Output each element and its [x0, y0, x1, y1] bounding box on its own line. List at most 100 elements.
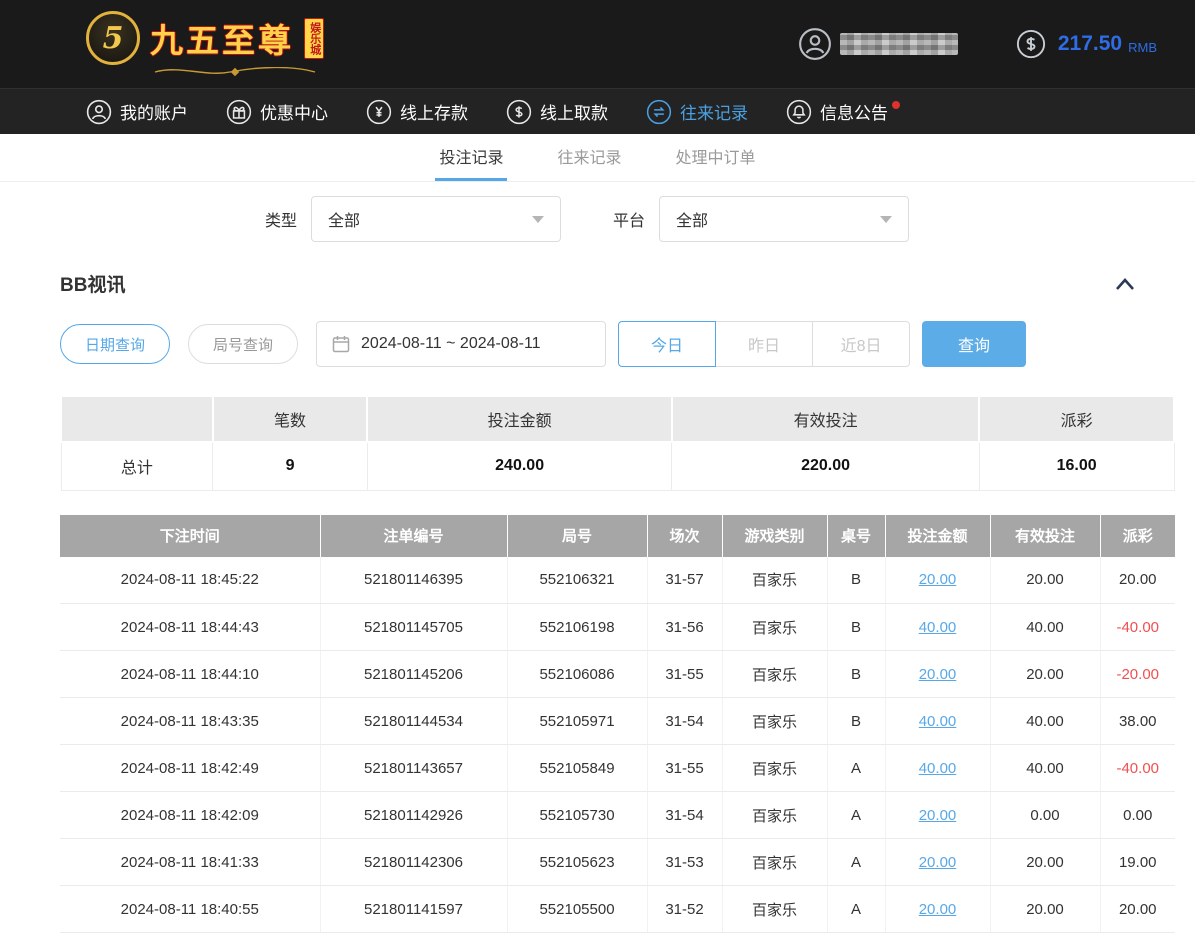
tab-transaction-records[interactable]: 往来记录 — [553, 134, 625, 181]
tab-processing-orders[interactable]: 处理中订单 — [672, 134, 760, 181]
column-header: 投注金额 — [885, 515, 990, 557]
cell-round_id: 552105730 — [507, 792, 647, 839]
cell-session: 31-55 — [647, 651, 722, 698]
platform-filter-label: 平台 — [613, 207, 645, 231]
round-query-button[interactable]: 局号查询 — [188, 324, 298, 364]
cell-order_id: 521801141597 — [320, 886, 507, 933]
cell-valid: 20.00 — [990, 886, 1100, 933]
bet-amount-link[interactable]: 40.00 — [919, 713, 957, 730]
type-filter-label: 类型 — [265, 207, 297, 231]
cell-valid: 0.00 — [990, 792, 1100, 839]
nav-item-deposit[interactable]: 线上存款 — [366, 99, 468, 125]
column-header: 桌号 — [827, 515, 885, 557]
logo-title: 九五至尊 — [150, 14, 294, 62]
nav-item-my-account[interactable]: 我的账户 — [86, 99, 188, 125]
summary-header-valid-bet: 有效投注 — [672, 396, 979, 442]
table-row: 2024-08-11 18:40:55521801141597552105500… — [60, 886, 1175, 933]
date-query-button[interactable]: 日期查询 — [60, 324, 170, 364]
date-range-input[interactable]: 2024-08-11 ~ 2024-08-11 — [316, 321, 606, 367]
cell-round_id: 552105849 — [507, 745, 647, 792]
cell-bet: 20.00 — [885, 792, 990, 839]
cell-table: A — [827, 886, 885, 933]
column-header: 场次 — [647, 515, 722, 557]
withdraw-coin-icon — [506, 99, 532, 125]
last8days-button[interactable]: 近8日 — [812, 321, 910, 367]
gift-icon — [226, 99, 252, 125]
cell-valid: 40.00 — [990, 604, 1100, 651]
summary-table: 笔数 投注金额 有效投注 派彩 总计 9 240.00 220.00 16.00 — [60, 395, 1175, 491]
type-select-value: 全部 — [328, 207, 360, 231]
nav-item-transaction-records[interactable]: 往来记录 — [646, 99, 748, 125]
cell-valid: 20.00 — [990, 839, 1100, 886]
platform-select[interactable]: 全部 — [659, 196, 909, 242]
cell-payout: 20.00 — [1100, 557, 1175, 604]
site-logo[interactable]: 5 九五至尊 娱乐城 — [86, 11, 324, 77]
today-button[interactable]: 今日 — [618, 321, 716, 367]
nav-item-promotions[interactable]: 优惠中心 — [226, 99, 328, 125]
chevron-up-icon[interactable] — [1115, 277, 1135, 291]
cell-bet: 20.00 — [885, 886, 990, 933]
summary-total-row: 总计 9 240.00 220.00 16.00 — [61, 442, 1174, 490]
cell-valid: 20.00 — [990, 651, 1100, 698]
summary-header-payout: 派彩 — [979, 396, 1174, 442]
column-header: 游戏类别 — [722, 515, 827, 557]
section-head: BB视讯 — [60, 270, 1135, 297]
summary-count: 9 — [213, 442, 368, 490]
nav-item-label: 线上取款 — [540, 99, 608, 124]
chevron-down-icon — [532, 216, 544, 223]
record-tabs: 投注记录 往来记录 处理中订单 — [0, 134, 1195, 182]
cell-table: A — [827, 745, 885, 792]
column-header: 派彩 — [1100, 515, 1175, 557]
date-range-value: 2024-08-11 ~ 2024-08-11 — [361, 335, 541, 353]
tab-bet-records[interactable]: 投注记录 — [435, 134, 507, 181]
bet-amount-link[interactable]: 20.00 — [919, 901, 957, 918]
chevron-down-icon — [880, 216, 892, 223]
cell-payout: 38.00 — [1100, 698, 1175, 745]
column-header: 下注时间 — [60, 515, 320, 557]
bet-amount-link[interactable]: 40.00 — [919, 619, 957, 636]
cell-session: 31-54 — [647, 698, 722, 745]
type-select[interactable]: 全部 — [311, 196, 561, 242]
bet-amount-link[interactable]: 20.00 — [919, 807, 957, 824]
platform-select-value: 全部 — [676, 207, 708, 231]
nav-item-label: 优惠中心 — [260, 99, 328, 124]
cell-order_id: 521801145206 — [320, 651, 507, 698]
cell-valid: 40.00 — [990, 745, 1100, 792]
cell-game: 百家乐 — [722, 604, 827, 651]
cell-time: 2024-08-11 18:43:35 — [60, 698, 320, 745]
cell-bet: 40.00 — [885, 745, 990, 792]
search-button[interactable]: 查询 — [922, 321, 1026, 367]
user-icon — [86, 99, 112, 125]
cell-session: 31-55 — [647, 745, 722, 792]
nav-item-label: 往来记录 — [680, 99, 748, 124]
bet-table: 下注时间注单编号局号场次游戏类别桌号投注金额有效投注派彩 2024-08-11 … — [60, 515, 1175, 934]
bet-amount-link[interactable]: 40.00 — [919, 760, 957, 777]
avatar-icon[interactable] — [798, 27, 832, 61]
bet-amount-link[interactable]: 20.00 — [919, 571, 957, 588]
cell-bet: 20.00 — [885, 557, 990, 604]
currency-coin-icon — [1016, 29, 1046, 59]
records-exchange-icon — [646, 99, 672, 125]
yesterday-button[interactable]: 昨日 — [715, 321, 813, 367]
nav-item-announcements[interactable]: 信息公告 — [786, 99, 888, 125]
summary-header-row: 笔数 投注金额 有效投注 派彩 — [61, 396, 1174, 442]
logo-badge: 娱乐城 — [304, 18, 324, 59]
bell-icon — [786, 99, 812, 125]
cell-order_id: 521801146395 — [320, 557, 507, 604]
cell-payout: -20.00 — [1100, 651, 1175, 698]
cell-time: 2024-08-11 18:44:43 — [60, 604, 320, 651]
user-area: 217.50 RMB — [798, 27, 1157, 61]
summary-header-empty — [61, 396, 213, 442]
notification-dot — [892, 101, 900, 109]
cell-session: 31-56 — [647, 604, 722, 651]
cell-valid: 40.00 — [990, 698, 1100, 745]
cell-bet: 40.00 — [885, 604, 990, 651]
table-row: 2024-08-11 18:44:10521801145206552106086… — [60, 651, 1175, 698]
column-header: 有效投注 — [990, 515, 1100, 557]
cell-session: 31-52 — [647, 886, 722, 933]
cell-time: 2024-08-11 18:42:49 — [60, 745, 320, 792]
bet-amount-link[interactable]: 20.00 — [919, 854, 957, 871]
cell-game: 百家乐 — [722, 886, 827, 933]
bet-amount-link[interactable]: 20.00 — [919, 666, 957, 683]
nav-item-withdraw[interactable]: 线上取款 — [506, 99, 608, 125]
